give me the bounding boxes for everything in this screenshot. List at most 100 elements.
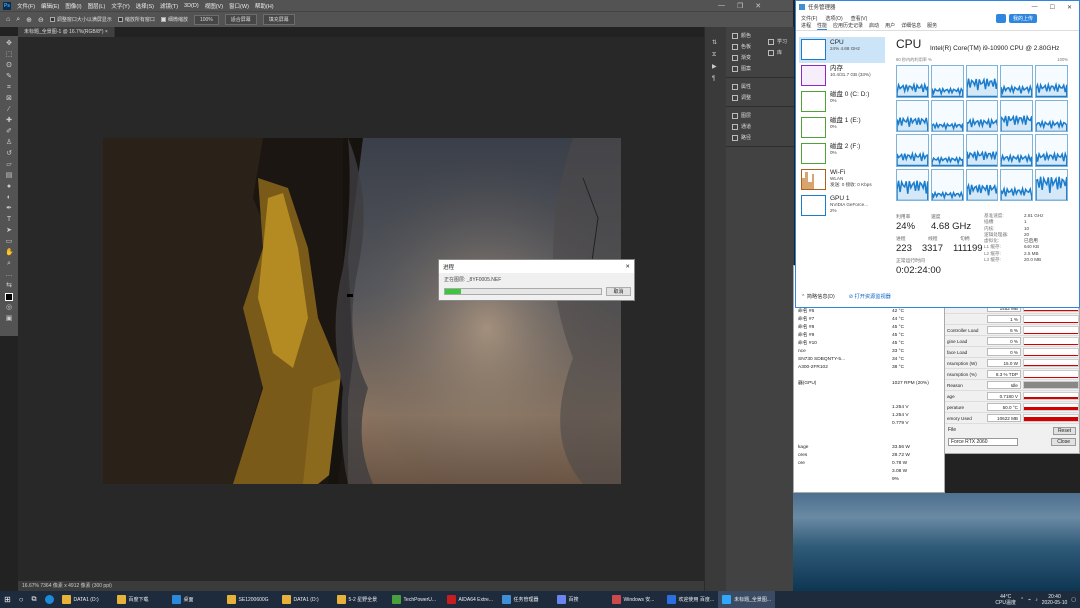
taskbar-app[interactable]: Windows 安... (608, 591, 663, 608)
screen-mode-icon[interactable]: ▣ (5, 315, 13, 323)
tm-tab[interactable]: 详细信息 (901, 22, 921, 30)
learn-tab[interactable]: 学习 (762, 36, 787, 47)
taskbar-app[interactable]: AIDA64 Extre... (443, 591, 498, 608)
zoom-in-icon[interactable]: ⊕ (26, 16, 32, 24)
quick-mask-icon[interactable]: ◎ (5, 304, 13, 312)
menu-item[interactable]: 图像(I) (65, 2, 81, 10)
volume-icon[interactable]: ♪ (1035, 597, 1038, 603)
history-brush-icon[interactable]: ↺ (5, 150, 13, 158)
actions-icon[interactable]: ▶ (712, 61, 726, 73)
gpuz-gpu-select[interactable]: Force RTX 2060 (948, 438, 1018, 446)
taskbar-app[interactable]: 百搜 (553, 591, 608, 608)
perf-item[interactable]: 内存 10.4/31.7 GB (33%) (799, 63, 885, 89)
network-icon[interactable]: ⌁ (1028, 597, 1031, 603)
tm-tab[interactable]: 应用历史记录 (833, 22, 863, 30)
fill-screen-button[interactable]: 填充屏幕 (262, 14, 295, 25)
pen-tool-icon[interactable]: ✒ (5, 205, 13, 213)
taskbar-app[interactable]: 百度下载 (113, 591, 168, 608)
my-upload-button[interactable]: 我的上传 (1009, 13, 1038, 23)
taskbar-app[interactable]: 欢迎使用 百度... (663, 591, 719, 608)
blur-tool-icon[interactable]: ● (5, 183, 13, 191)
eraser-icon[interactable]: ▱ (5, 161, 13, 169)
menu-item[interactable]: 文字(Y) (111, 2, 129, 10)
menu-item[interactable]: 3D(D) (184, 3, 199, 9)
stamp-tool-icon[interactable]: ♙ (5, 139, 13, 147)
brush-tool-icon[interactable]: ✐ (5, 128, 13, 136)
tm-menu-item[interactable]: 文件(F) (801, 15, 817, 22)
perf-item[interactable]: 磁盘 0 (C: D:) 0% (799, 89, 885, 115)
maximize-icon[interactable]: ❐ (737, 2, 743, 10)
cancel-button[interactable]: 取消 (606, 287, 631, 296)
taskbar-app[interactable]: 桌面 (168, 591, 223, 608)
taskbar-app[interactable]: TechPowerU... (388, 591, 443, 608)
zoom-out-icon[interactable]: ⊖ (38, 16, 44, 24)
more-tools-icon[interactable]: … (5, 271, 13, 279)
menu-item[interactable]: 编辑(E) (41, 2, 59, 10)
panel-tab[interactable]: 调整 (726, 92, 794, 103)
fit-screen-button[interactable]: 适合屏幕 (224, 14, 257, 25)
maximize-icon[interactable]: ☐ (1050, 4, 1055, 11)
clock[interactable]: 20:40 2020-05-10 (1042, 594, 1068, 606)
minimize-icon[interactable]: — (1032, 4, 1038, 11)
panel-tab[interactable]: 属性 (726, 81, 794, 92)
shape-tool-icon[interactable]: ▭ (5, 238, 13, 246)
path-select-icon[interactable]: ➤ (5, 227, 13, 235)
zoom-all-checkbox[interactable]: 缩放所有窗口 (117, 16, 155, 23)
close-icon[interactable]: ✕ (625, 264, 630, 270)
perf-item[interactable]: 磁盘 1 (E:) 0% (799, 115, 885, 141)
notification-icon[interactable]: ▢ (1071, 597, 1076, 603)
menu-item[interactable]: 滤镜(T) (160, 2, 178, 10)
hand-tool-icon[interactable]: ✋ (5, 249, 14, 257)
edge-button[interactable] (41, 591, 58, 608)
frame-tool-icon[interactable]: ⊠ (5, 95, 13, 103)
arrange-icon[interactable]: ⇅ (712, 37, 726, 49)
taskbar-app[interactable]: SE1200600G (223, 591, 278, 608)
minimize-icon[interactable]: — (718, 2, 725, 9)
scrubby-zoom-checkbox[interactable]: 细微缩放 (160, 16, 188, 23)
tm-tab[interactable]: 启动 (869, 22, 879, 30)
paragraph-icon[interactable]: ¶ (712, 73, 726, 85)
gpuz-file-label[interactable]: File (948, 427, 956, 435)
quick-select-icon[interactable]: ✎ (5, 73, 13, 81)
perf-item[interactable]: CPU 24% 4.68 GHz (799, 37, 885, 63)
tm-menu-item[interactable]: 查看(V) (851, 15, 868, 22)
tm-tab[interactable]: 性能 (817, 22, 828, 30)
menu-item[interactable]: 选择(S) (136, 2, 154, 10)
home-icon[interactable]: ⌂ (6, 16, 10, 23)
tm-menu-item[interactable]: 选项(O) (825, 15, 842, 22)
panel-tab[interactable]: 图案 (726, 63, 794, 74)
history-icon[interactable]: ⧖ (712, 49, 726, 61)
close-icon[interactable]: ✕ (755, 2, 761, 10)
tm-tab[interactable]: 用户 (885, 22, 895, 30)
zoom-tool-icon[interactable]: ⌕ (5, 260, 13, 268)
taskbar-app[interactable]: 任务管理器 (498, 591, 553, 608)
taskbar-app[interactable]: DATA1 (D:) (58, 591, 113, 608)
panel-tab[interactable]: 通道 (726, 121, 794, 132)
perf-item[interactable]: GPU 1 NVIDIA GeForce... 2% (799, 193, 885, 219)
taskbar-app[interactable]: 5-2 星野全景 (333, 591, 388, 608)
open-resource-monitor-link[interactable]: ⊘ 打开资源监视器 (849, 293, 891, 300)
menu-item[interactable]: 文件(F) (17, 2, 35, 10)
search-button[interactable]: ○ (15, 591, 28, 608)
close-icon[interactable]: ✕ (1067, 4, 1072, 11)
less-details-button[interactable]: ⌃ 简略信息(D) (801, 293, 835, 300)
task-view-button[interactable]: ⧉ (28, 591, 41, 608)
dodge-tool-icon[interactable]: ◐ (5, 194, 13, 202)
perf-item[interactable]: 磁盘 2 (F:) 0% (799, 141, 885, 167)
color-swatch-icon[interactable] (5, 293, 13, 301)
swap-colors-icon[interactable]: ⇆ (5, 282, 13, 290)
gradient-tool-icon[interactable]: ▤ (5, 172, 13, 180)
learn-tab[interactable]: 库 (762, 47, 787, 58)
crop-tool-icon[interactable]: ⌗ (5, 84, 13, 92)
taskbar-app[interactable]: 未标题_全景图... (718, 591, 776, 608)
zoom-tool-icon[interactable]: ⌕ (16, 16, 20, 24)
panel-tab[interactable]: 路径 (726, 132, 794, 143)
fit-window-checkbox[interactable]: 调整窗口大小以满屏显示 (49, 16, 112, 23)
menu-item[interactable]: 窗口(W) (229, 2, 249, 10)
tm-tab[interactable]: 进程 (801, 22, 811, 30)
gpuz-close-button[interactable]: Close (1051, 438, 1076, 446)
cloud-upload[interactable]: 我的上传 (996, 13, 1058, 23)
tm-tab[interactable]: 服务 (927, 22, 937, 30)
menu-item[interactable]: 图层(L) (88, 2, 106, 10)
perf-item[interactable]: Wi-Fi WLAN 发送: 0 接收: 0 Kbps (799, 167, 885, 193)
